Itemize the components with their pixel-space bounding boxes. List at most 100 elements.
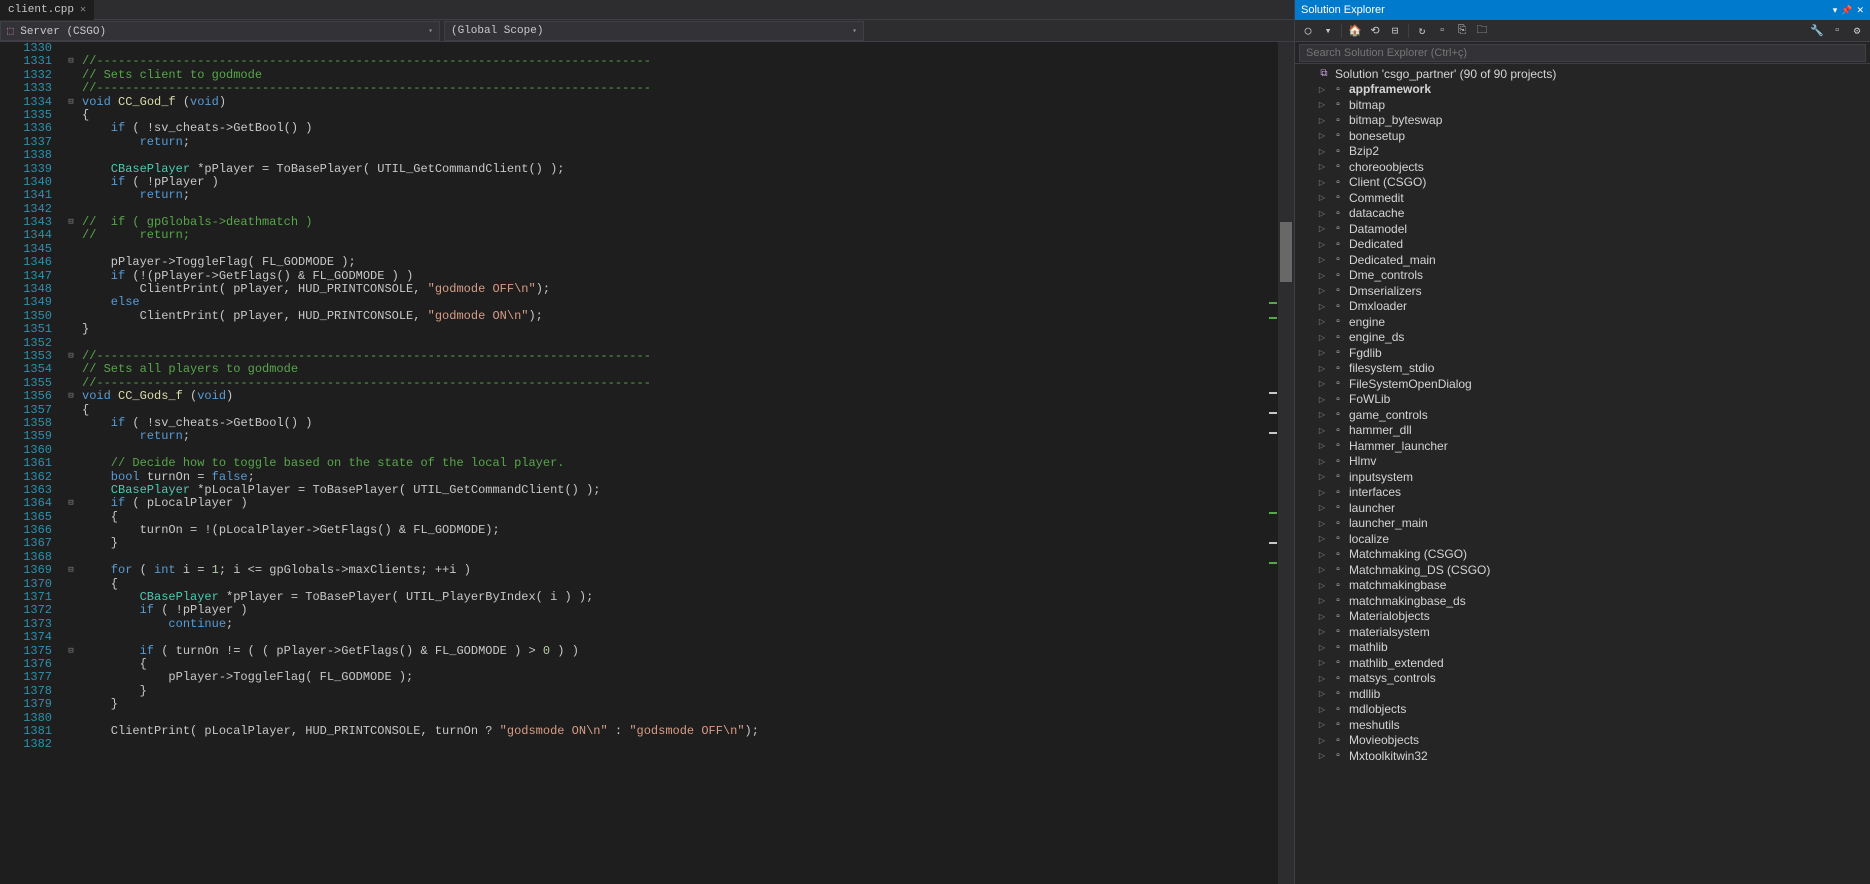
- expand-icon[interactable]: ▷: [1317, 534, 1327, 543]
- project-node[interactable]: ▷▫Dme_controls: [1295, 268, 1870, 284]
- expand-icon[interactable]: ▷: [1317, 457, 1327, 466]
- project-node[interactable]: ▷▫choreoobjects: [1295, 159, 1870, 175]
- project-node[interactable]: ▷▫mathlib: [1295, 640, 1870, 656]
- expand-icon[interactable]: ▷: [1317, 131, 1327, 140]
- project-node[interactable]: ▷▫appframework: [1295, 82, 1870, 98]
- expand-icon[interactable]: ▷: [1317, 116, 1327, 125]
- solution-explorer-title-bar[interactable]: Solution Explorer ▾ 📌 ✕: [1295, 0, 1870, 20]
- project-node[interactable]: ▷▫hammer_dll: [1295, 423, 1870, 439]
- preview-icon[interactable]: ▫: [1828, 22, 1846, 40]
- project-node[interactable]: ▷▫interfaces: [1295, 485, 1870, 501]
- project-node[interactable]: ▷▫engine_ds: [1295, 330, 1870, 346]
- expand-icon[interactable]: ▷: [1317, 209, 1327, 218]
- expand-icon[interactable]: ▷: [1317, 317, 1327, 326]
- project-node[interactable]: ▷▫Client (CSGO): [1295, 175, 1870, 191]
- expand-icon[interactable]: ▷: [1317, 674, 1327, 683]
- project-node[interactable]: ▷▫Hammer_launcher: [1295, 438, 1870, 454]
- expand-icon[interactable]: ▷: [1317, 488, 1327, 497]
- show-all-icon[interactable]: ▫: [1433, 22, 1451, 40]
- code-text[interactable]: //--------------------------------------…: [78, 42, 1268, 884]
- expand-icon[interactable]: ▷: [1317, 178, 1327, 187]
- vertical-scrollbar[interactable]: [1278, 42, 1294, 884]
- solution-root[interactable]: ⧉Solution 'csgo_partner' (90 of 90 proje…: [1295, 66, 1870, 82]
- expand-icon[interactable]: ▷: [1317, 193, 1327, 202]
- project-node[interactable]: ▷▫filesystem_stdio: [1295, 361, 1870, 377]
- project-node[interactable]: ▷▫bonesetup: [1295, 128, 1870, 144]
- context-scope-dropdown[interactable]: (Global Scope) ▾: [444, 21, 864, 41]
- home-icon[interactable]: 🏠: [1346, 22, 1364, 40]
- project-node[interactable]: ▷▫launcher: [1295, 500, 1870, 516]
- project-node[interactable]: ▷▫Dmxloader: [1295, 299, 1870, 315]
- expand-icon[interactable]: ▷: [1317, 379, 1327, 388]
- expand-icon[interactable]: ▷: [1317, 658, 1327, 667]
- context-project-dropdown[interactable]: ⬚ Server (CSGO) ▾: [0, 21, 440, 41]
- code-area[interactable]: 1330133113321333133413351336133713381339…: [0, 42, 1294, 884]
- project-node[interactable]: ▷▫game_controls: [1295, 407, 1870, 423]
- dropdown-icon[interactable]: ▾: [1833, 5, 1838, 16]
- overview-ruler[interactable]: [1268, 42, 1278, 884]
- project-node[interactable]: ▷▫Bzip2: [1295, 144, 1870, 160]
- expand-icon[interactable]: ▷: [1317, 472, 1327, 481]
- expand-icon[interactable]: ▷: [1317, 612, 1327, 621]
- refresh-icon[interactable]: ↻: [1413, 22, 1431, 40]
- back-icon[interactable]: ◯: [1299, 22, 1317, 40]
- project-node[interactable]: ▷▫Matchmaking (CSGO): [1295, 547, 1870, 563]
- expand-icon[interactable]: ▷: [1317, 736, 1327, 745]
- expand-icon[interactable]: ▷: [1317, 302, 1327, 311]
- close-icon[interactable]: ✕: [1856, 5, 1864, 16]
- file-tab[interactable]: client.cpp ✕: [0, 0, 94, 20]
- expand-icon[interactable]: ▷: [1317, 286, 1327, 295]
- project-node[interactable]: ▷▫Fgdlib: [1295, 345, 1870, 361]
- project-node[interactable]: ▷▫materialsystem: [1295, 624, 1870, 640]
- project-node[interactable]: ▷▫localize: [1295, 531, 1870, 547]
- expand-icon[interactable]: ▷: [1317, 689, 1327, 698]
- expand-icon[interactable]: ▷: [1317, 147, 1327, 156]
- expand-icon[interactable]: ▷: [1317, 410, 1327, 419]
- collapse-icon[interactable]: ⊟: [1386, 22, 1404, 40]
- sync-icon[interactable]: ⟲: [1366, 22, 1384, 40]
- project-node[interactable]: ▷▫matchmakingbase: [1295, 578, 1870, 594]
- expand-icon[interactable]: ▷: [1317, 643, 1327, 652]
- solution-tree[interactable]: ⧉Solution 'csgo_partner' (90 of 90 proje…: [1295, 64, 1870, 884]
- expand-icon[interactable]: ▷: [1317, 364, 1327, 373]
- copy-icon[interactable]: ⎘: [1453, 22, 1471, 40]
- project-node[interactable]: ▷▫bitmap_byteswap: [1295, 113, 1870, 129]
- expand-icon[interactable]: ▷: [1317, 596, 1327, 605]
- expand-icon[interactable]: ▷: [1317, 426, 1327, 435]
- project-node[interactable]: ▷▫meshutils: [1295, 717, 1870, 733]
- project-node[interactable]: ▷▫Commedit: [1295, 190, 1870, 206]
- fold-column[interactable]: ⊟⊟⊟⊟⊟⊟⊟⊟: [64, 42, 78, 884]
- expand-icon[interactable]: ▷: [1317, 503, 1327, 512]
- project-node[interactable]: ▷▫launcher_main: [1295, 516, 1870, 532]
- expand-icon[interactable]: ▷: [1317, 100, 1327, 109]
- scrollbar-thumb[interactable]: [1280, 222, 1292, 282]
- expand-icon[interactable]: ▷: [1317, 162, 1327, 171]
- filter-icon[interactable]: ⚙: [1848, 22, 1866, 40]
- expand-icon[interactable]: ▷: [1317, 240, 1327, 249]
- project-node[interactable]: ▷▫matsys_controls: [1295, 671, 1870, 687]
- expand-icon[interactable]: ▷: [1317, 751, 1327, 760]
- project-node[interactable]: ▷▫Movieobjects: [1295, 733, 1870, 749]
- expand-icon[interactable]: ▷: [1317, 348, 1327, 357]
- project-node[interactable]: ▷▫Dedicated_main: [1295, 252, 1870, 268]
- project-node[interactable]: ▷▫FileSystemOpenDialog: [1295, 376, 1870, 392]
- expand-icon[interactable]: ▷: [1317, 581, 1327, 590]
- expand-icon[interactable]: ▷: [1317, 395, 1327, 404]
- project-node[interactable]: ▷▫mdlobjects: [1295, 702, 1870, 718]
- project-node[interactable]: ▷▫mdllib: [1295, 686, 1870, 702]
- pin-icon[interactable]: 📌: [1841, 5, 1852, 16]
- expand-icon[interactable]: ▷: [1317, 550, 1327, 559]
- forward-icon[interactable]: ▾: [1319, 22, 1337, 40]
- project-node[interactable]: ▷▫FoWLib: [1295, 392, 1870, 408]
- wrench-icon[interactable]: 🔧: [1808, 22, 1826, 40]
- project-node[interactable]: ▷▫Dedicated: [1295, 237, 1870, 253]
- expand-icon[interactable]: ▷: [1317, 441, 1327, 450]
- project-node[interactable]: ▷▫Matchmaking_DS (CSGO): [1295, 562, 1870, 578]
- close-icon[interactable]: ✕: [80, 4, 86, 16]
- project-node[interactable]: ▷▫datacache: [1295, 206, 1870, 222]
- project-node[interactable]: ▷▫bitmap: [1295, 97, 1870, 113]
- expand-icon[interactable]: ▷: [1317, 85, 1327, 94]
- expand-icon[interactable]: ▷: [1317, 627, 1327, 636]
- project-node[interactable]: ▷▫Hlmv: [1295, 454, 1870, 470]
- project-node[interactable]: ▷▫Dmserializers: [1295, 283, 1870, 299]
